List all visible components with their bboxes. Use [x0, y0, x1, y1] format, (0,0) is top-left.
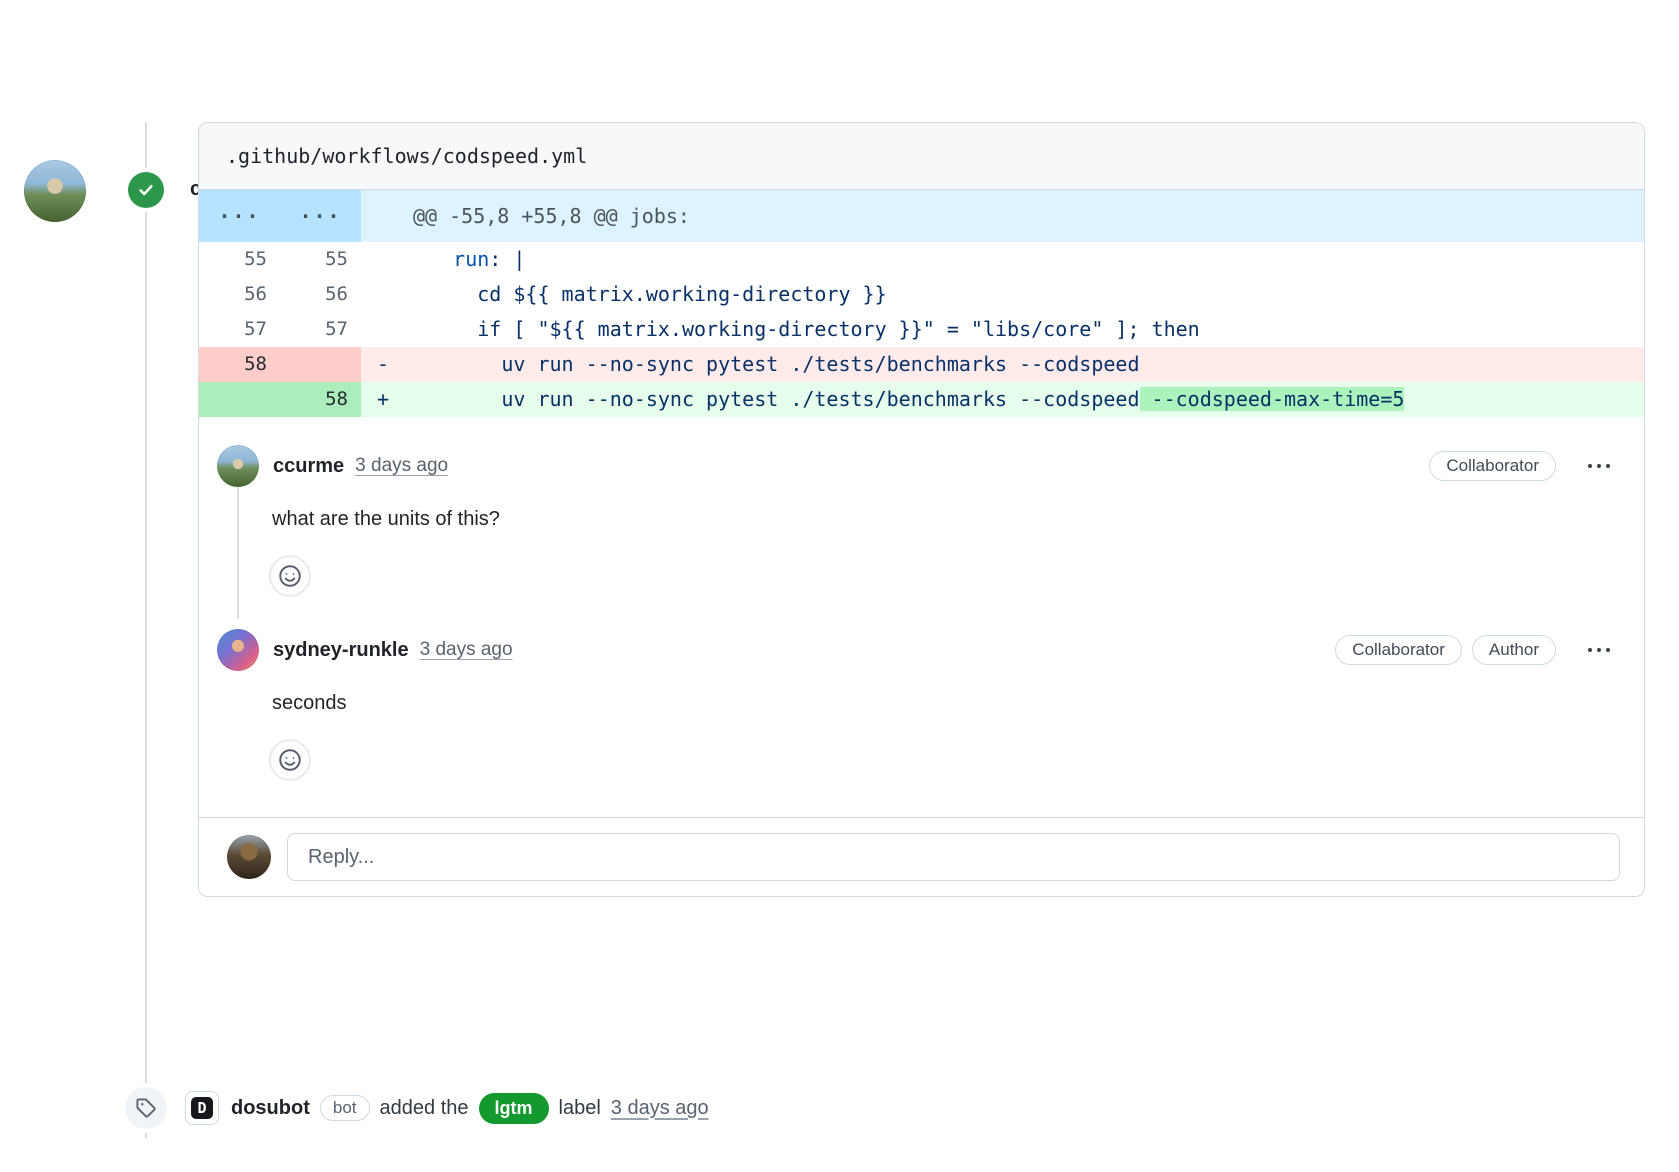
diff-hunk-row: ...... @@ -55,8 +55,8 @@ jobs:	[199, 190, 1644, 242]
code-text: uv run --no-sync pytest ./tests/benchmar…	[405, 382, 1644, 417]
new-line-number: 58	[280, 382, 361, 417]
dosubot-logo: D	[191, 1097, 213, 1119]
old-line-number: 57	[199, 312, 280, 347]
event-action-pre: added the	[380, 1097, 469, 1120]
diff-sign: +	[361, 382, 405, 417]
comment-options-button[interactable]	[1582, 642, 1616, 658]
new-line-number	[280, 347, 361, 382]
comment-badges: Collaborator Author	[1335, 635, 1620, 665]
add-reaction-button[interactable]	[269, 739, 311, 781]
pr-review-timeline: { "review": { "author": "ccurme", "actio…	[0, 122, 1679, 1172]
actor-name[interactable]: dosubot	[231, 1097, 310, 1120]
comment-timestamp-link[interactable]: 3 days ago	[355, 455, 448, 477]
diff-file-header: .github/workflows/codspeed.yml	[199, 123, 1644, 190]
lgtm-label[interactable]: lgtm	[479, 1093, 549, 1124]
comment: sydney-runkle 3 days ago Collaborator Au…	[217, 629, 1620, 781]
bot-badge: bot	[320, 1095, 370, 1121]
hunk-header: @@ -55,8 +55,8 @@ jobs:	[361, 190, 1644, 242]
avatar[interactable]	[24, 160, 86, 222]
old-line-number: 58	[199, 347, 280, 382]
code-text: uv run --no-sync pytest ./tests/benchmar…	[405, 347, 1644, 382]
comment-body: what are the units of this?	[272, 505, 1620, 533]
old-line-number	[199, 382, 280, 417]
reply-input[interactable]	[287, 833, 1620, 881]
avatar[interactable]	[217, 445, 259, 487]
diff-line-context[interactable]: 55 55 run: |	[199, 242, 1644, 277]
code-text: cd ${{ matrix.working-directory }}	[405, 277, 1644, 312]
code-text: run: |	[405, 242, 1644, 277]
comment-options-button[interactable]	[1582, 458, 1616, 474]
review-thread-card: .github/workflows/codspeed.yml ...... @@…	[198, 122, 1645, 897]
new-line-number: 56	[280, 277, 361, 312]
comment-badges: Collaborator	[1429, 451, 1620, 481]
reply-row	[199, 817, 1644, 896]
comment-thread: ccurme 3 days ago Collaborator what are …	[199, 417, 1644, 817]
diff-line-context[interactable]: 57 57 if [ "${{ matrix.working-directory…	[199, 312, 1644, 347]
diff-sign	[361, 277, 405, 312]
hunk-dots-new: ...	[280, 185, 361, 237]
diff-sign: -	[361, 347, 405, 382]
timeline-line	[145, 122, 147, 1138]
collaborator-badge: Collaborator	[1335, 635, 1462, 665]
diff-line-addition[interactable]: 58 + uv run --no-sync pytest ./tests/ben…	[199, 382, 1644, 417]
diff-line-deletion[interactable]: 58 - uv run --no-sync pytest ./tests/ben…	[199, 347, 1644, 382]
comment-body: seconds	[272, 689, 1620, 717]
diff-viewer: ...... @@ -55,8 +55,8 @@ jobs: 55 55 run…	[199, 190, 1644, 417]
event-timestamp-link[interactable]: 3 days ago	[611, 1097, 709, 1120]
approved-check-icon	[128, 172, 164, 208]
dosubot-avatar[interactable]: D	[185, 1091, 219, 1125]
label-event-text: dosubot bot added the lgtm label 3 days …	[231, 1093, 709, 1124]
comment-author[interactable]: ccurme	[273, 455, 344, 478]
collaborator-badge: Collaborator	[1429, 451, 1556, 481]
hunk-gutter[interactable]: ......	[199, 190, 361, 242]
old-line-number: 56	[199, 277, 280, 312]
added-word-highlight: --codspeed-max-time=5	[1140, 387, 1405, 411]
label-event-row: D dosubot bot added the lgtm label 3 day…	[125, 1084, 709, 1132]
comment-timestamp-link[interactable]: 3 days ago	[420, 639, 513, 661]
add-reaction-button[interactable]	[269, 555, 311, 597]
diff-sign	[361, 242, 405, 277]
current-user-avatar	[227, 835, 271, 879]
event-action-post: label	[559, 1097, 601, 1120]
comment-header: sydney-runkle 3 days ago Collaborator Au…	[217, 629, 1620, 671]
diff-line-context[interactable]: 56 56 cd ${{ matrix.working-directory }}	[199, 277, 1644, 312]
comment-header: ccurme 3 days ago Collaborator	[217, 445, 1620, 487]
hunk-dots-old: ...	[199, 185, 280, 237]
diff-sign	[361, 312, 405, 347]
file-path[interactable]: .github/workflows/codspeed.yml	[226, 144, 587, 168]
comment: ccurme 3 days ago Collaborator what are …	[217, 445, 1620, 597]
avatar[interactable]	[217, 629, 259, 671]
old-line-number: 55	[199, 242, 280, 277]
new-line-number: 57	[280, 312, 361, 347]
author-badge: Author	[1472, 635, 1556, 665]
comment-author[interactable]: sydney-runkle	[273, 639, 409, 662]
new-line-number: 55	[280, 242, 361, 277]
code-text: if [ "${{ matrix.working-directory }}" =…	[405, 312, 1644, 347]
tag-icon	[125, 1087, 167, 1129]
